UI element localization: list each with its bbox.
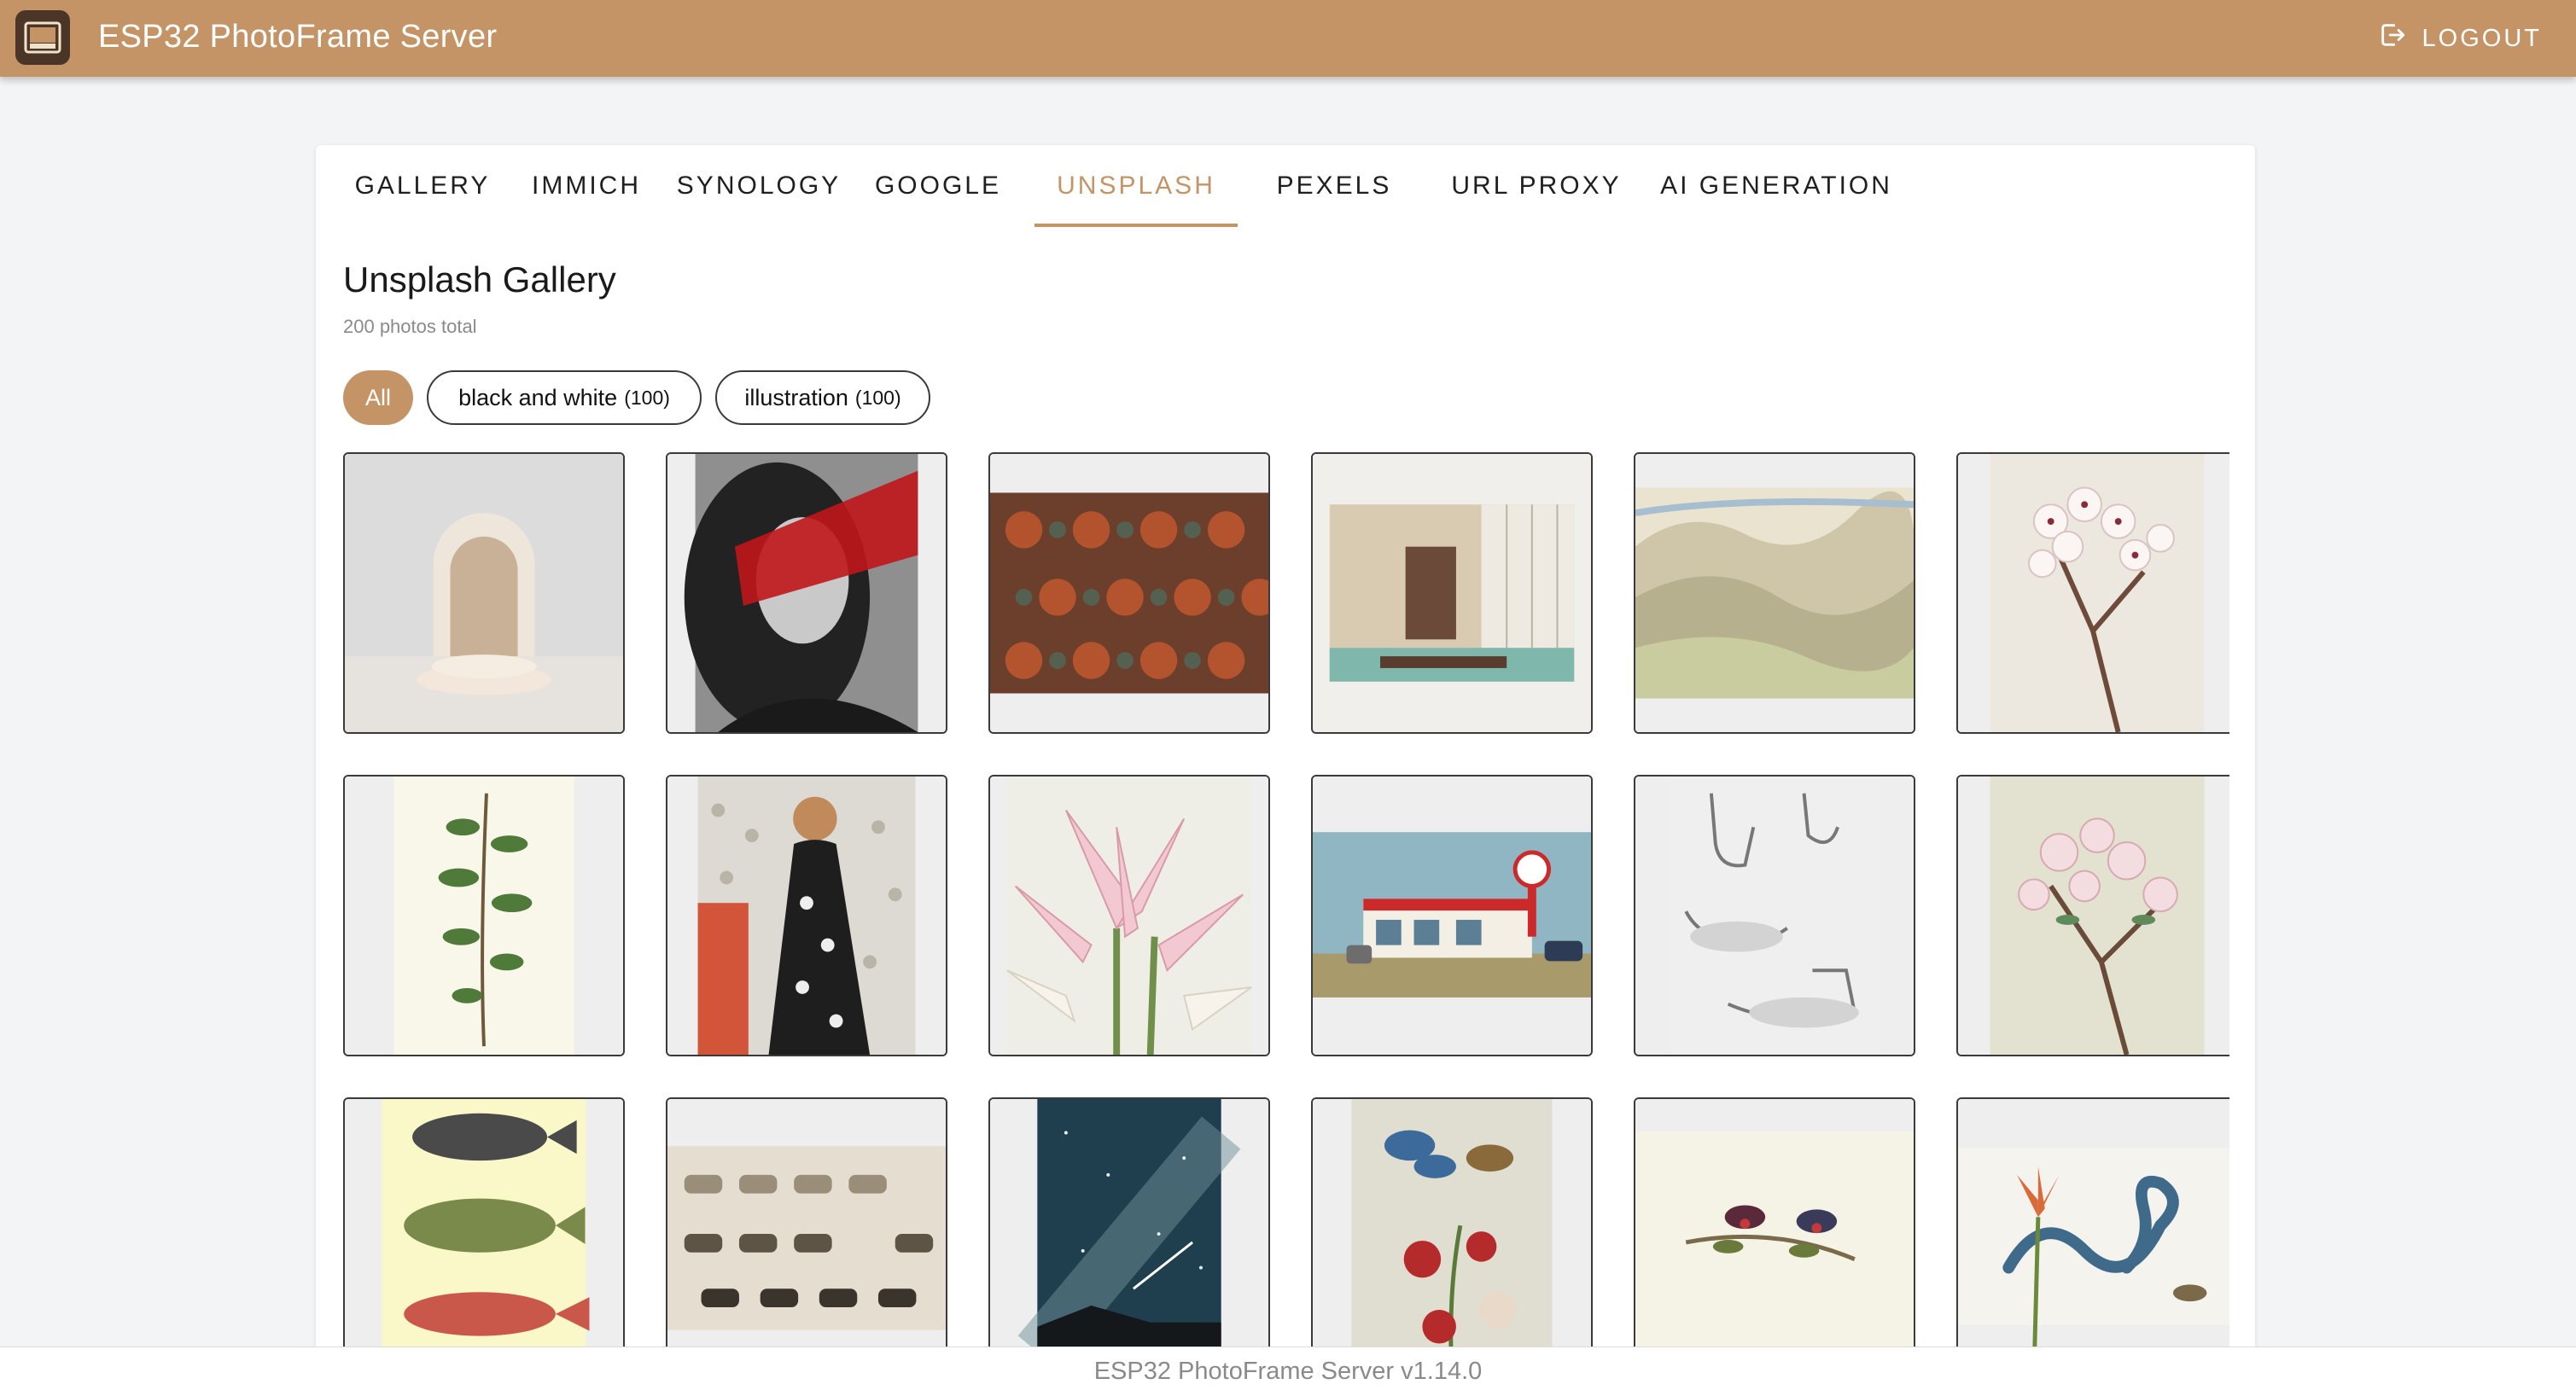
photo-tile[interactable] <box>1956 1097 2229 1379</box>
source-tabs: GALLERY IMMICH SYNOLOGY GOOGLE UNSPLASH … <box>316 145 2255 227</box>
gallery-title: Unsplash Gallery <box>343 259 616 300</box>
tab-label: SYNOLOGY <box>676 172 842 200</box>
tab-immich[interactable]: IMMICH <box>514 145 659 227</box>
photo-mountain-watercolor <box>1635 454 1914 732</box>
photo-esso-station <box>1313 777 1591 1055</box>
tab-label: GOOGLE <box>874 172 1002 200</box>
photo-modern-interior <box>1313 454 1591 732</box>
photo-tile[interactable] <box>988 775 1270 1056</box>
filter-chip-all[interactable]: All <box>343 370 413 425</box>
tab-pexels[interactable]: PEXELS <box>1244 145 1424 227</box>
chip-label: All <box>364 384 391 410</box>
filter-chip-illustration[interactable]: illustration (100) <box>715 370 930 425</box>
chip-count: (100) <box>854 386 901 409</box>
tab-google[interactable]: GOOGLE <box>857 145 1019 227</box>
photo-tile[interactable] <box>1634 775 1915 1056</box>
tab-label: URL PROXY <box>1451 172 1622 200</box>
photo-horses-study <box>667 1099 946 1377</box>
photo-tile[interactable] <box>1956 775 2229 1056</box>
logout-label: LOGOUT <box>2422 24 2542 52</box>
photo-tile[interactable] <box>1311 1097 1593 1379</box>
photo-tile[interactable] <box>1956 452 2229 734</box>
tab-gallery[interactable]: GALLERY <box>341 145 504 227</box>
main-card: GALLERY IMMICH SYNOLOGY GOOGLE UNSPLASH … <box>316 145 2255 1396</box>
photo-cherry-blossom <box>1958 454 2229 732</box>
tab-synology[interactable]: SYNOLOGY <box>669 145 848 227</box>
filter-chip-black-and-white[interactable]: black and white (100) <box>427 370 702 425</box>
photo-art-deco-woman <box>667 777 946 1055</box>
photo-botanical-branch <box>345 777 623 1055</box>
app-title: ESP32 PhotoFrame Server <box>98 19 498 55</box>
logout-icon <box>2378 20 2407 56</box>
tab-label: UNSPLASH <box>1057 172 1215 200</box>
tab-label: GALLERY <box>354 172 491 200</box>
photo-sunbirds <box>1635 1099 1914 1377</box>
photo-tile[interactable] <box>343 775 625 1056</box>
app-bar: ESP32 PhotoFrame Server LOGOUT <box>0 0 2576 77</box>
photo-fish-illustrations <box>345 1099 623 1377</box>
chip-label: black and white <box>458 384 618 410</box>
photo-foot-sketches <box>1635 777 1914 1055</box>
tab-url-proxy[interactable]: URL PROXY <box>1425 145 1647 227</box>
photo-pink-blossom <box>1958 777 2229 1055</box>
tab-label: IMMICH <box>532 172 641 200</box>
photo-floral-pattern <box>990 454 1268 732</box>
footer: ESP32 PhotoFrame Server v1.14.0 <box>0 1347 2576 1396</box>
photo-tile[interactable] <box>1634 1097 1915 1379</box>
photo-tile[interactable] <box>666 452 947 734</box>
tab-ai-generation[interactable]: AI GENERATION <box>1646 145 1907 227</box>
photo-tile[interactable] <box>1634 452 1915 734</box>
version-text: ESP32 PhotoFrame Server v1.14.0 <box>1093 1358 1483 1385</box>
photo-frame-logo-icon <box>15 10 70 65</box>
photo-arched-doorway <box>345 454 623 732</box>
photo-tile[interactable] <box>1311 775 1593 1056</box>
photo-milky-way <box>990 1099 1268 1377</box>
chip-count: (100) <box>624 386 670 409</box>
chip-label: illustration <box>744 384 848 410</box>
logout-button[interactable]: LOGOUT <box>2378 0 2542 77</box>
photo-tile[interactable] <box>343 1097 625 1379</box>
photo-woman-red-stripe <box>667 454 946 732</box>
photo-count: 200 photos total <box>343 316 477 337</box>
tab-label: PEXELS <box>1276 172 1392 200</box>
photo-snake-lily <box>1958 1099 2229 1377</box>
photo-tile[interactable] <box>666 775 947 1056</box>
photo-grid <box>343 452 2229 1396</box>
photo-pink-lilies <box>990 777 1268 1055</box>
photo-butterflies-flowers <box>1313 1099 1591 1377</box>
photo-tile[interactable] <box>343 452 625 734</box>
tab-unsplash[interactable]: UNSPLASH <box>1034 145 1238 227</box>
photo-tile[interactable] <box>988 452 1270 734</box>
photo-tile[interactable] <box>1311 452 1593 734</box>
photo-tile[interactable] <box>666 1097 947 1379</box>
tab-label: AI GENERATION <box>1660 172 1892 200</box>
photo-tile[interactable] <box>988 1097 1270 1379</box>
